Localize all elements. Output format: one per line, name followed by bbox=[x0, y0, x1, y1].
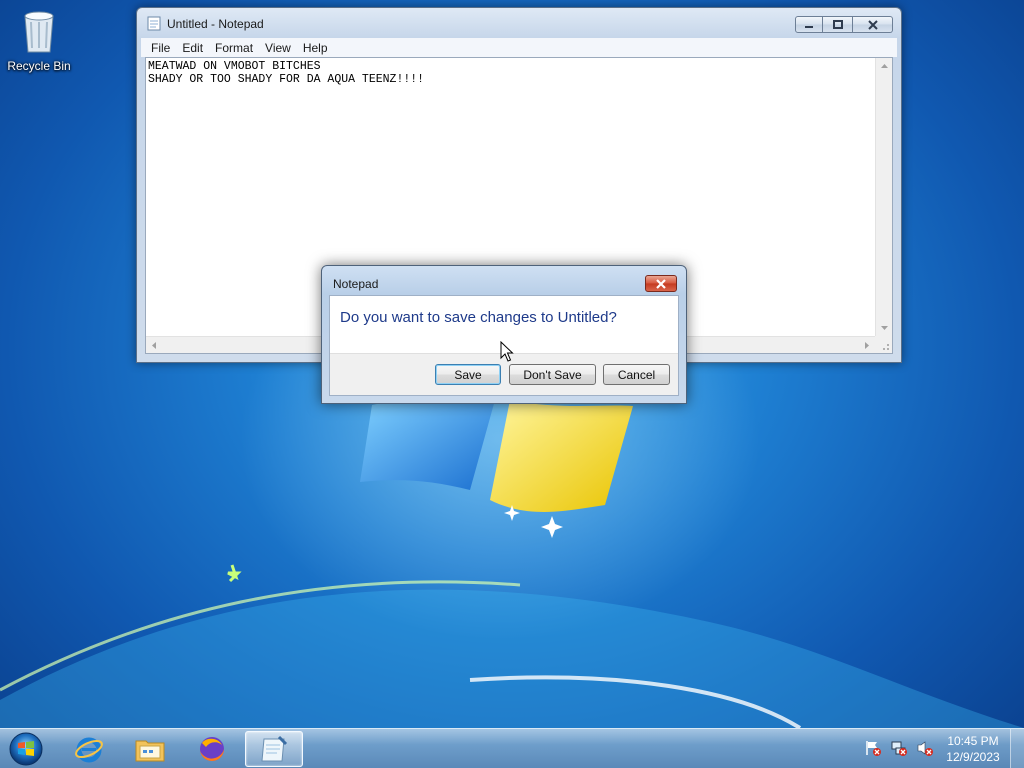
taskbar-notepad[interactable] bbox=[245, 731, 303, 767]
editor-text[interactable]: MEATWAD ON VMOBOT BITCHES SHADY OR TOO S… bbox=[148, 60, 424, 86]
save-changes-dialog: Notepad Do you want to save changes to U… bbox=[321, 265, 687, 404]
close-icon bbox=[867, 19, 878, 30]
clock-time: 10:45 PM bbox=[947, 734, 999, 748]
taskbar-firefox[interactable] bbox=[183, 731, 241, 767]
dont-save-button[interactable]: Don't Save bbox=[509, 364, 596, 385]
close-icon bbox=[656, 278, 666, 289]
resize-grip-icon bbox=[883, 344, 889, 350]
dialog-title: Notepad bbox=[333, 277, 379, 291]
scroll-up-arrow-icon[interactable] bbox=[876, 60, 893, 72]
system-tray bbox=[864, 739, 934, 757]
taskbar-windows-explorer[interactable] bbox=[121, 731, 179, 767]
notepad-title: Untitled - Notepad bbox=[167, 17, 264, 31]
notepad-titlebar[interactable]: Untitled - Notepad bbox=[137, 8, 901, 38]
maximize-icon bbox=[832, 19, 843, 29]
vertical-scrollbar[interactable] bbox=[875, 58, 892, 336]
menu-edit[interactable]: Edit bbox=[176, 38, 209, 57]
close-button[interactable] bbox=[853, 16, 893, 33]
folder-icon bbox=[135, 740, 165, 762]
menu-view[interactable]: View bbox=[259, 38, 297, 57]
notepad-icon bbox=[147, 16, 161, 31]
dialog-message: Do you want to save changes to Untitled? bbox=[340, 309, 617, 326]
start-button[interactable] bbox=[6, 730, 46, 768]
recycle-bin-icon bbox=[24, 11, 54, 53]
scroll-right-arrow-icon[interactable] bbox=[861, 337, 873, 354]
taskbar: 10:45 PM 12/9/2023 bbox=[0, 728, 1024, 768]
minimize-icon bbox=[805, 25, 813, 28]
notepad-icon bbox=[261, 735, 288, 762]
desktop-icon-label: Recycle Bin bbox=[7, 59, 71, 73]
desktop-icon-recycle-bin[interactable]: Recycle Bin bbox=[4, 6, 74, 73]
menu-format[interactable]: Format bbox=[209, 38, 259, 57]
minimize-button[interactable] bbox=[795, 16, 823, 33]
firefox-icon bbox=[200, 737, 224, 761]
scroll-left-arrow-icon[interactable] bbox=[148, 337, 160, 354]
menu-help[interactable]: Help bbox=[297, 38, 334, 57]
resize-grip[interactable] bbox=[875, 336, 892, 353]
internet-explorer-icon bbox=[75, 737, 103, 763]
taskbar-clock[interactable]: 10:45 PM 12/9/2023 bbox=[940, 733, 1006, 765]
show-desktop-button[interactable] bbox=[1010, 729, 1024, 768]
mouse-cursor-icon bbox=[500, 341, 514, 362]
caption-buttons bbox=[795, 16, 893, 33]
maximize-button[interactable] bbox=[823, 16, 853, 33]
dialog-close-button[interactable] bbox=[645, 275, 677, 292]
clock-date: 12/9/2023 bbox=[946, 750, 1000, 764]
menu-bar: File Edit Format View Help bbox=[141, 38, 897, 57]
cancel-button[interactable]: Cancel bbox=[603, 364, 670, 385]
save-button[interactable]: Save bbox=[435, 364, 501, 385]
network-icon[interactable] bbox=[890, 739, 908, 757]
taskbar-internet-explorer[interactable] bbox=[60, 731, 118, 767]
action-center-flag-icon[interactable] bbox=[864, 739, 882, 757]
menu-file[interactable]: File bbox=[145, 38, 176, 57]
volume-muted-icon[interactable] bbox=[916, 739, 934, 757]
scroll-down-arrow-icon[interactable] bbox=[876, 322, 893, 334]
